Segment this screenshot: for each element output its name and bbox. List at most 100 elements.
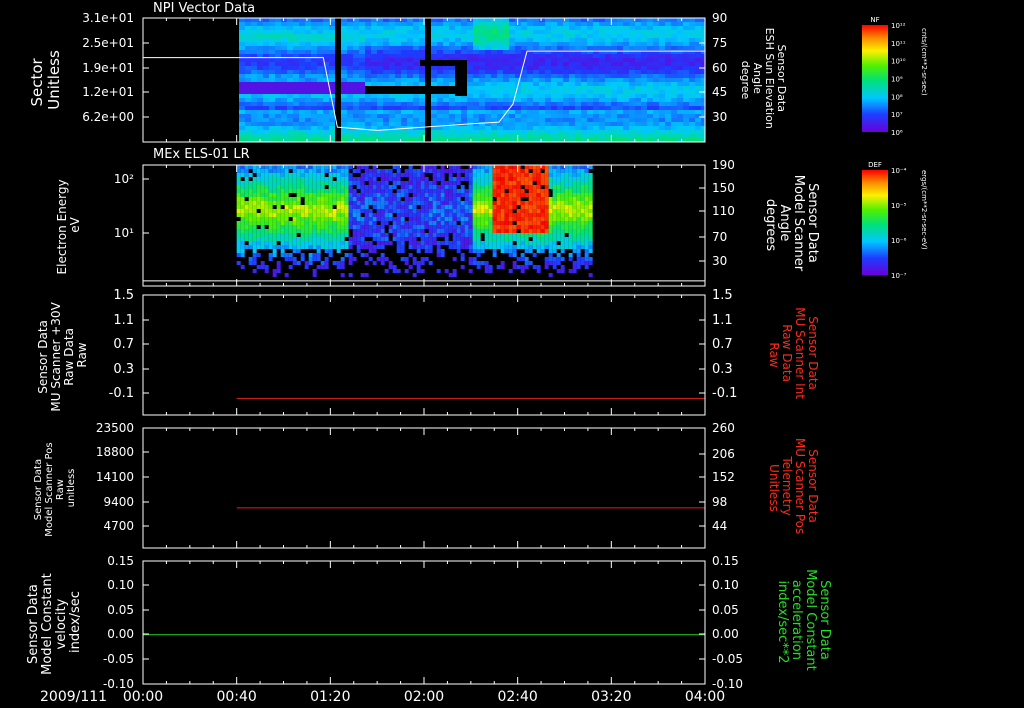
colorbar-tick-label: 10⁻⁵ — [891, 202, 907, 210]
colorbar-unit: cnts/(cm**2-sr-sec) — [920, 28, 928, 96]
time-tick-label: 02:00 — [404, 689, 444, 705]
y-axis-label: Sensor Data Model Constant velocity inde… — [26, 569, 83, 675]
time-tick-label: 03:20 — [591, 689, 631, 705]
right-tick-label: 30 — [712, 110, 727, 124]
right-axis-label: Sensor Data Model Constant acceleration … — [775, 569, 832, 675]
y-tick-label: 3.1e+01 — [82, 11, 134, 25]
right-tick-label: 1.5 — [712, 288, 733, 303]
colorbar-gradient — [862, 170, 888, 275]
y-axis-label: Sector Unitless — [28, 50, 63, 110]
colorbar-unit: ergs/(cm**2-sr-sec-eV) — [920, 170, 928, 250]
y-tick-label: 0.15 — [107, 554, 134, 568]
time-tick-label: 04:00 — [685, 689, 725, 705]
colorbar-def: DEF 10⁻⁴ 10⁻⁵ 10⁻⁶ 10⁻⁷ ergs/(cm**2-sr-sec-… — [862, 161, 928, 280]
right-tick-label: 0.3 — [712, 362, 733, 377]
y-axis-label: Sensor Data MU Scanner +30V Raw Data Raw — [36, 298, 89, 411]
stack-plot: NPI Vector Data 3.1e+01 2.5e+01 1.9e+01 1.2… — [26, 1, 928, 705]
y-tick-label: 10² — [114, 172, 134, 186]
right-tick-label: 44 — [712, 519, 727, 533]
colorbar-label: DEF — [868, 161, 882, 169]
y-tick-label: 2.5e+01 — [82, 36, 134, 50]
right-tick-label: 98 — [712, 495, 727, 509]
right-tick-label: 190 — [712, 158, 735, 172]
right-tick-label: 0.00 — [712, 627, 739, 641]
colorbar-tick-label: 10⁹ — [891, 76, 903, 84]
panel-mu-pos: 23500 18800 14100 9400 4700 260 206 152 98 44 Sen… — [33, 421, 820, 549]
panel-title: MEx ELS-01 LR — [153, 147, 250, 162]
colorbar-nf: NF 10¹² 10¹¹ 10¹⁰ 10⁹ 10⁸ 10⁷ 10⁶ cnts/(cm**2-… — [862, 16, 928, 137]
y-tick-label: -0.1 — [109, 386, 134, 401]
colorbar-tick-label: 10⁸ — [891, 93, 903, 101]
colorbar-ticks: 10¹² 10¹¹ 10¹⁰ 10⁹ 10⁸ 10⁷ 10⁶ — [891, 22, 906, 137]
right-tick-label: 0.15 — [712, 554, 739, 568]
right-tick-label: 260 — [712, 421, 735, 435]
right-tick-label: 45 — [712, 85, 727, 99]
right-tick-label: 30 — [712, 254, 727, 268]
right-tick-label: 75 — [712, 36, 727, 50]
right-tick-label: 110 — [712, 204, 735, 218]
y-tick-label: 1.2e+01 — [82, 85, 134, 99]
colorbar-tick-label: 10⁻⁷ — [891, 272, 907, 280]
y-tick-label: 1.5 — [113, 288, 134, 303]
y-tick-label: 10¹ — [114, 226, 134, 240]
right-tick-label: -0.1 — [712, 386, 737, 401]
right-tick-label: 150 — [712, 181, 735, 195]
colorbar-tick-label: 10⁶ — [891, 129, 903, 137]
right-tick-label: 0.05 — [712, 603, 739, 617]
right-tick-label: 1.1 — [712, 313, 733, 328]
y-tick-label: 14100 — [96, 470, 134, 484]
y-tick-label: -0.05 — [103, 652, 134, 666]
panel-npi: NPI Vector Data 3.1e+01 2.5e+01 1.9e+01 1.2… — [28, 1, 928, 143]
plot-frame — [142, 294, 706, 416]
y-tick-label: 9400 — [103, 495, 134, 509]
y-tick-label: 4700 — [103, 519, 134, 533]
panel-model: 0.150.100.050.00-0.05-0.100.150.100.050.… — [26, 554, 832, 691]
time-tick-label: 02:40 — [497, 689, 537, 705]
y-tick-label: 0.3 — [113, 362, 134, 377]
right-tick-label: 90 — [712, 11, 727, 25]
y-tick-label: 0.10 — [107, 578, 134, 592]
right-axis-label: Sensor Data MU Scanner Int Raw Data Raw — [767, 307, 820, 403]
colorbar-tick-label: 10¹² — [891, 22, 906, 30]
colorbar-gradient — [862, 25, 888, 132]
plot-frame — [142, 427, 706, 549]
right-tick-label: 152 — [712, 470, 735, 484]
y-axis-label: Electron Energy eV — [55, 176, 82, 275]
right-axis-label: Sensor Data ESH Sun Elevation Angle degr… — [739, 28, 788, 133]
colorbar-ticks: 10⁻⁴ 10⁻⁵ 10⁻⁶ 10⁻⁷ — [891, 167, 907, 280]
colorbar-tick-label: 10¹⁰ — [891, 58, 906, 66]
time-axis: 2009/111 00:00 00:40 01:20 02:00 02:40 03:20 0… — [40, 689, 725, 705]
panel-title: NPI Vector Data — [153, 1, 255, 16]
right-tick-label: 60 — [712, 61, 727, 75]
right-tick-label: 0.10 — [712, 578, 739, 592]
colorbar-tick-label: 10⁷ — [891, 111, 903, 119]
time-tick-label: 00:40 — [216, 689, 256, 705]
y-tick-label: 1.9e+01 — [82, 61, 134, 75]
y-tick-label: 23500 — [96, 421, 134, 435]
date-label: 2009/111 — [40, 689, 107, 705]
right-tick-label: 70 — [712, 230, 727, 244]
colorbar-tick-label: 10⁻⁶ — [891, 237, 907, 245]
y-tick-label: 0.05 — [107, 603, 134, 617]
right-tick-label: -0.05 — [712, 652, 743, 666]
els-spectrogram — [236, 165, 593, 277]
right-axis-label: Sensor Data MU Scanner Pos Telemetry Uni… — [767, 438, 820, 538]
model-axes: 0.150.100.050.00-0.05-0.100.150.100.050.… — [103, 554, 743, 691]
time-tick-label: 00:00 — [123, 689, 163, 705]
y-tick-label: 0.7 — [113, 337, 134, 352]
mu-int-axes: 1.5 1.1 0.7 0.3 -0.1 1.5 1.1 0.7 0.3 -0.1 — [109, 288, 737, 415]
panel-mu-int: 1.5 1.1 0.7 0.3 -0.1 1.5 1.1 0.7 0.3 -0.1 Sensor … — [36, 288, 820, 416]
colorbar-tick-label: 10¹¹ — [891, 40, 906, 48]
y-tick-label: 1.1 — [113, 313, 134, 328]
colorbar-tick-label: 10⁻⁴ — [891, 167, 907, 175]
time-tick-label: 01:20 — [310, 689, 350, 705]
colorbar-label: NF — [870, 16, 879, 24]
plot-frame — [142, 560, 706, 685]
y-tick-label: 0.00 — [107, 627, 134, 641]
y-tick-label: 18800 — [96, 445, 134, 459]
right-tick-label: 0.7 — [712, 337, 733, 352]
y-axis-label: Sensor Data Model Scanner Pos Raw unitle… — [33, 439, 77, 536]
y-tick-label: 6.2e+00 — [82, 110, 134, 124]
right-axis-label: Sensor Data Model Scanner Angle degrees — [763, 175, 820, 276]
panel-els: MEx ELS-01 LR 10² 10¹ 190 150 110 70 30 Electr… — [55, 147, 928, 287]
